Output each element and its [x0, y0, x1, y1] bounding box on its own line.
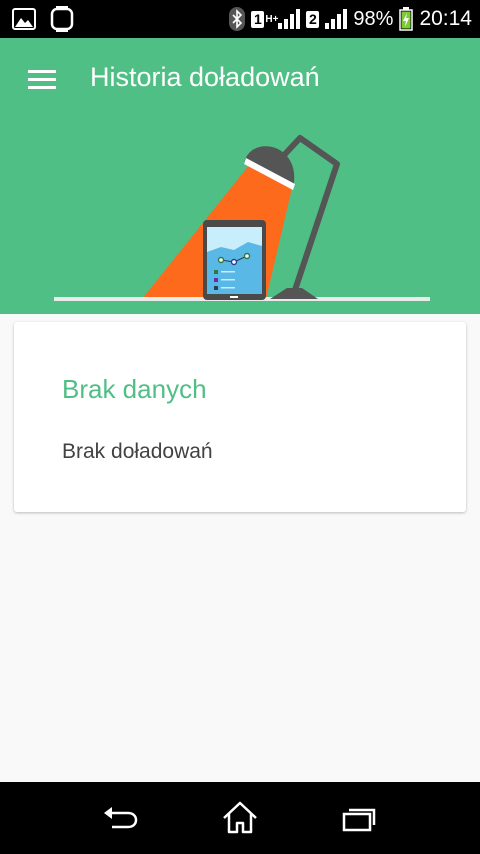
status-bar: 1 H+ 2 98% 20:14 [0, 0, 480, 38]
card-title: Brak danych [62, 374, 207, 404]
status-right-icons: 1 H+ 2 98% 20:14 [223, 0, 472, 38]
back-button[interactable] [98, 800, 142, 836]
empty-state-card: Brak danych Brak doładowań [14, 322, 466, 512]
smartwatch-notification-icon [50, 6, 74, 32]
page-title: Historia doładowań [90, 62, 320, 92]
hamburger-menu-button[interactable] [22, 63, 62, 99]
clock: 20:14 [419, 7, 472, 30]
navigation-bar [0, 782, 480, 854]
recent-apps-icon [342, 808, 376, 832]
tablet-graphic [203, 220, 266, 300]
home-icon [223, 801, 257, 834]
gallery-notification-icon [12, 8, 36, 30]
status-left-icons [12, 6, 88, 32]
app-bar: Historia doładowań [0, 38, 480, 314]
recent-apps-button[interactable] [338, 800, 382, 836]
hamburger-menu-icon [28, 70, 56, 89]
signal-bars-icon [278, 9, 301, 29]
bluetooth-icon [229, 7, 246, 31]
battery-charging-icon [399, 7, 414, 31]
sim2-signal: 2 [306, 9, 348, 29]
card-message: Brak doładowań [62, 440, 213, 463]
signal-bars-icon [325, 9, 348, 29]
sim1-label: 1 [251, 10, 265, 28]
battery-percentage: 98% [353, 8, 394, 30]
sim1-signal: 1 H+ [251, 9, 301, 29]
home-button[interactable] [218, 800, 262, 836]
sim2-label: 2 [306, 10, 320, 28]
back-icon [104, 807, 138, 829]
sim1-network-type: H+ [265, 14, 279, 25]
